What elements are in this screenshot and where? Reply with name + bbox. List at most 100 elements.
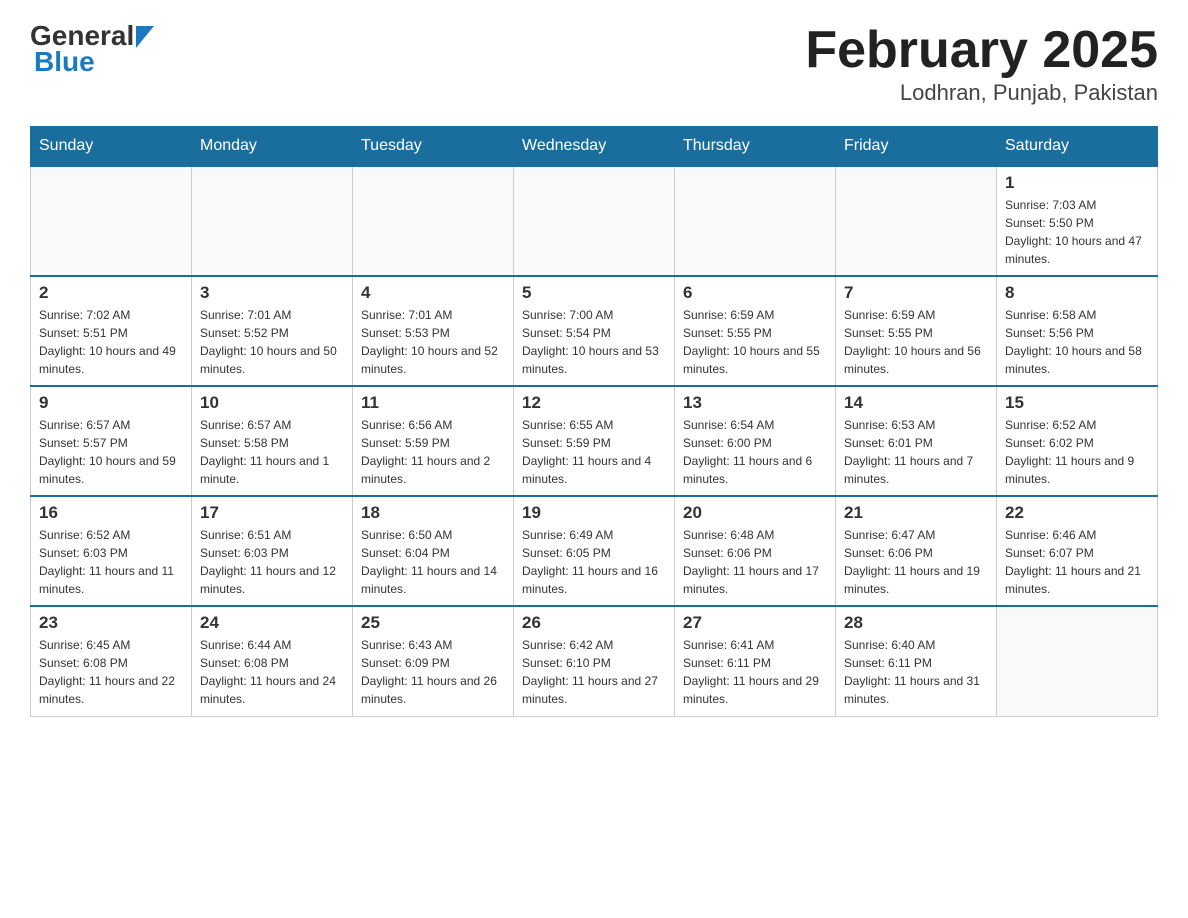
calendar-cell: 1 Sunrise: 7:03 AM Sunset: 5:50 PM Daylig… [997,166,1158,276]
day-info: Sunrise: 7:01 AM Sunset: 5:53 PM Dayligh… [361,306,505,378]
day-info: Sunrise: 6:44 AM Sunset: 6:08 PM Dayligh… [200,636,344,708]
day-info: Sunrise: 6:52 AM Sunset: 6:02 PM Dayligh… [1005,416,1149,488]
calendar-cell: 26 Sunrise: 6:42 AM Sunset: 6:10 PM Dayli… [514,606,675,716]
calendar-cell: 4 Sunrise: 7:01 AM Sunset: 5:53 PM Daylig… [353,276,514,386]
weekday-header-monday: Monday [192,127,353,167]
day-info: Sunrise: 7:03 AM Sunset: 5:50 PM Dayligh… [1005,196,1149,268]
weekday-header-sunday: Sunday [31,127,192,167]
calendar-cell: 18 Sunrise: 6:50 AM Sunset: 6:04 PM Dayli… [353,496,514,606]
calendar-week-row: 1 Sunrise: 7:03 AM Sunset: 5:50 PM Daylig… [31,166,1158,276]
day-number: 28 [844,613,988,633]
calendar-cell: 15 Sunrise: 6:52 AM Sunset: 6:02 PM Dayli… [997,386,1158,496]
day-info: Sunrise: 7:00 AM Sunset: 5:54 PM Dayligh… [522,306,666,378]
calendar-cell: 10Sunrise: 6:57 AM Sunset: 5:58 PM Dayli… [192,386,353,496]
day-number: 12 [522,393,666,413]
calendar-cell: 16 Sunrise: 6:52 AM Sunset: 6:03 PM Dayli… [31,496,192,606]
day-number: 16 [39,503,183,523]
day-number: 27 [683,613,827,633]
day-info: Sunrise: 6:55 AM Sunset: 5:59 PM Dayligh… [522,416,666,488]
day-info: Sunrise: 6:49 AM Sunset: 6:05 PM Dayligh… [522,526,666,598]
day-number: 6 [683,283,827,303]
day-number: 11 [361,393,505,413]
location-title: Lodhran, Punjab, Pakistan [805,80,1158,106]
title-block: February 2025 Lodhran, Punjab, Pakistan [805,20,1158,106]
calendar-cell: 17Sunrise: 6:51 AM Sunset: 6:03 PM Dayli… [192,496,353,606]
calendar-cell: 7 Sunrise: 6:59 AM Sunset: 5:55 PM Daylig… [836,276,997,386]
day-info: Sunrise: 6:43 AM Sunset: 6:09 PM Dayligh… [361,636,505,708]
day-info: Sunrise: 6:57 AM Sunset: 5:57 PM Dayligh… [39,416,183,488]
calendar-cell: 27 Sunrise: 6:41 AM Sunset: 6:11 PM Dayli… [675,606,836,716]
day-number: 26 [522,613,666,633]
day-info: Sunrise: 6:42 AM Sunset: 6:10 PM Dayligh… [522,636,666,708]
day-number: 15 [1005,393,1149,413]
calendar-cell: 12 Sunrise: 6:55 AM Sunset: 5:59 PM Dayli… [514,386,675,496]
calendar-cell: 14 Sunrise: 6:53 AM Sunset: 6:01 PM Dayli… [836,386,997,496]
day-number: 21 [844,503,988,523]
day-number: 7 [844,283,988,303]
day-info: Sunrise: 6:40 AM Sunset: 6:11 PM Dayligh… [844,636,988,708]
calendar-cell: 9 Sunrise: 6:57 AM Sunset: 5:57 PM Daylig… [31,386,192,496]
day-info: Sunrise: 6:41 AM Sunset: 6:11 PM Dayligh… [683,636,827,708]
calendar-cell: 19 Sunrise: 6:49 AM Sunset: 6:05 PM Dayli… [514,496,675,606]
calendar-cell: 20 Sunrise: 6:48 AM Sunset: 6:06 PM Dayli… [675,496,836,606]
calendar-week-row: 16 Sunrise: 6:52 AM Sunset: 6:03 PM Dayli… [31,496,1158,606]
calendar-table: SundayMondayTuesdayWednesdayThursdayFrid… [30,126,1158,717]
calendar-week-row: 23 Sunrise: 6:45 AM Sunset: 6:08 PM Dayli… [31,606,1158,716]
weekday-header-saturday: Saturday [997,127,1158,167]
calendar-cell: 3 Sunrise: 7:01 AM Sunset: 5:52 PM Daylig… [192,276,353,386]
calendar-cell: 2 Sunrise: 7:02 AM Sunset: 5:51 PM Daylig… [31,276,192,386]
weekday-header-tuesday: Tuesday [353,127,514,167]
day-info: Sunrise: 7:01 AM Sunset: 5:52 PM Dayligh… [200,306,344,378]
calendar-cell: 23 Sunrise: 6:45 AM Sunset: 6:08 PM Dayli… [31,606,192,716]
weekday-header-wednesday: Wednesday [514,127,675,167]
day-info: Sunrise: 6:45 AM Sunset: 6:08 PM Dayligh… [39,636,183,708]
weekday-header-thursday: Thursday [675,127,836,167]
day-info: Sunrise: 7:02 AM Sunset: 5:51 PM Dayligh… [39,306,183,378]
calendar-cell: 6 Sunrise: 6:59 AM Sunset: 5:55 PM Daylig… [675,276,836,386]
logo-blue-text: Blue [34,46,95,78]
calendar-cell: 28 Sunrise: 6:40 AM Sunset: 6:11 PM Dayli… [836,606,997,716]
day-number: 14 [844,393,988,413]
day-info: Sunrise: 6:54 AM Sunset: 6:00 PM Dayligh… [683,416,827,488]
calendar-cell: 11Sunrise: 6:56 AM Sunset: 5:59 PM Dayli… [353,386,514,496]
calendar-cell [353,166,514,276]
weekday-header-friday: Friday [836,127,997,167]
calendar-week-row: 9 Sunrise: 6:57 AM Sunset: 5:57 PM Daylig… [31,386,1158,496]
day-info: Sunrise: 6:50 AM Sunset: 6:04 PM Dayligh… [361,526,505,598]
logo-triangle-icon [136,26,154,48]
calendar-cell: 13 Sunrise: 6:54 AM Sunset: 6:00 PM Dayli… [675,386,836,496]
day-number: 3 [200,283,344,303]
day-number: 4 [361,283,505,303]
day-number: 1 [1005,173,1149,193]
day-info: Sunrise: 6:46 AM Sunset: 6:07 PM Dayligh… [1005,526,1149,598]
calendar-cell [31,166,192,276]
day-info: Sunrise: 6:59 AM Sunset: 5:55 PM Dayligh… [683,306,827,378]
day-info: Sunrise: 6:52 AM Sunset: 6:03 PM Dayligh… [39,526,183,598]
calendar-cell: 8 Sunrise: 6:58 AM Sunset: 5:56 PM Daylig… [997,276,1158,386]
day-info: Sunrise: 6:48 AM Sunset: 6:06 PM Dayligh… [683,526,827,598]
day-info: Sunrise: 6:47 AM Sunset: 6:06 PM Dayligh… [844,526,988,598]
page-header: General Blue February 2025 Lodhran, Punj… [30,20,1158,106]
day-info: Sunrise: 6:51 AM Sunset: 6:03 PM Dayligh… [200,526,344,598]
day-number: 13 [683,393,827,413]
calendar-cell: 22Sunrise: 6:46 AM Sunset: 6:07 PM Dayli… [997,496,1158,606]
day-info: Sunrise: 6:59 AM Sunset: 5:55 PM Dayligh… [844,306,988,378]
day-number: 2 [39,283,183,303]
day-number: 8 [1005,283,1149,303]
calendar-cell [675,166,836,276]
day-info: Sunrise: 6:58 AM Sunset: 5:56 PM Dayligh… [1005,306,1149,378]
day-info: Sunrise: 6:53 AM Sunset: 6:01 PM Dayligh… [844,416,988,488]
day-number: 24 [200,613,344,633]
day-number: 23 [39,613,183,633]
calendar-cell [192,166,353,276]
day-number: 18 [361,503,505,523]
calendar-cell [997,606,1158,716]
calendar-cell: 24 Sunrise: 6:44 AM Sunset: 6:08 PM Dayli… [192,606,353,716]
logo: General Blue [30,20,154,78]
day-number: 19 [522,503,666,523]
calendar-cell [836,166,997,276]
day-number: 20 [683,503,827,523]
day-number: 9 [39,393,183,413]
calendar-week-row: 2 Sunrise: 7:02 AM Sunset: 5:51 PM Daylig… [31,276,1158,386]
day-number: 5 [522,283,666,303]
